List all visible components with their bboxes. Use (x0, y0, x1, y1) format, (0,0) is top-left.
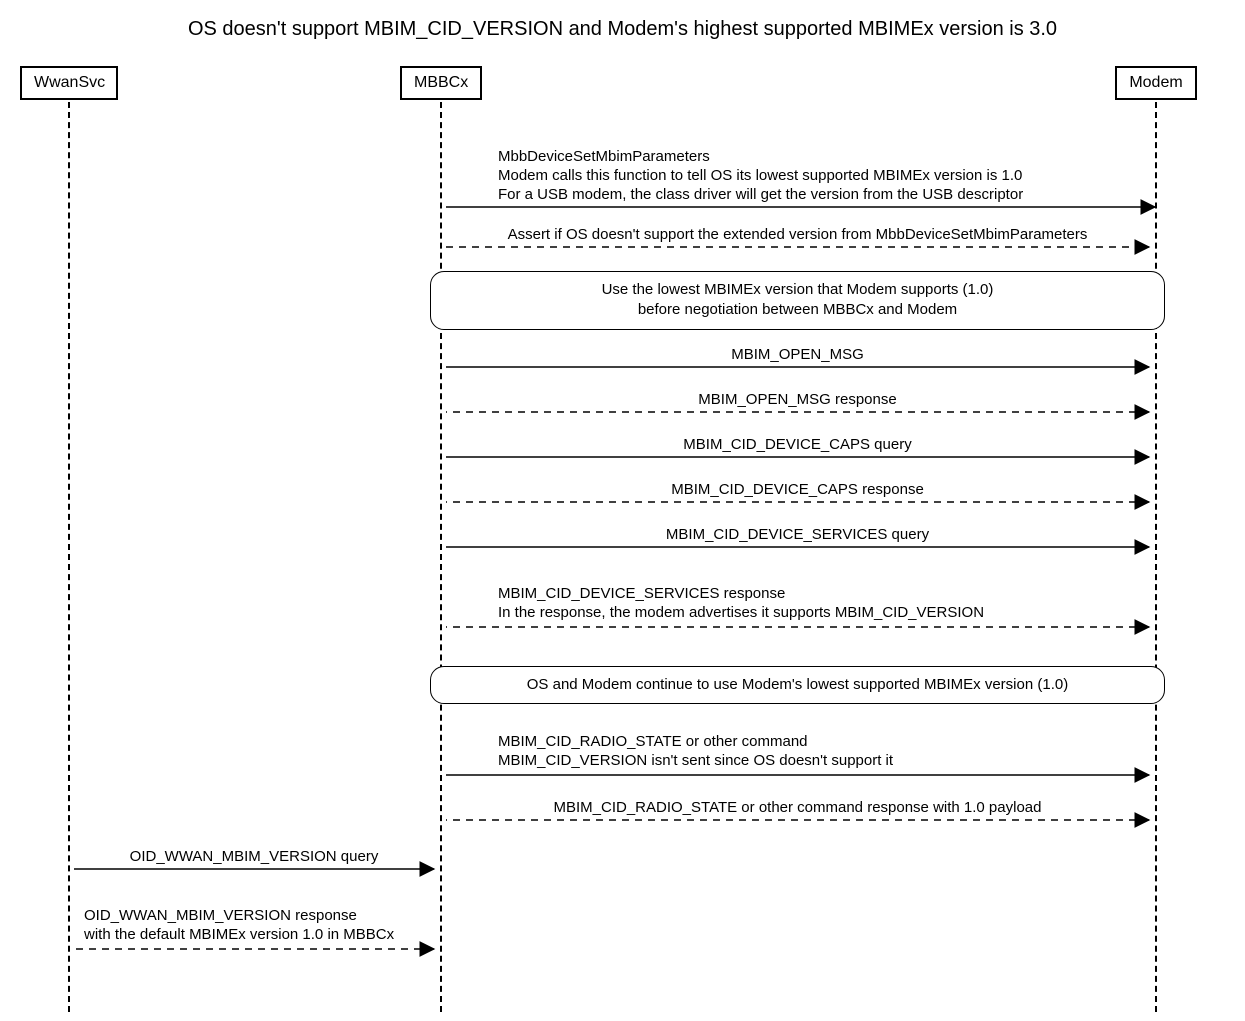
msg-oid-query: OID_WWAN_MBIM_VERSION query (74, 848, 434, 867)
lifeline-mbbcx (440, 102, 442, 1012)
msg-line: Modem calls this function to tell OS its… (498, 167, 1158, 186)
msg-caps-resp: MBIM_CID_DEVICE_CAPS response (446, 481, 1149, 500)
note-line: Use the lowest MBIMEx version that Modem… (602, 281, 994, 298)
msg-line: MBIM_CID_DEVICE_SERVICES response (498, 585, 1158, 604)
actor-mbbcx: MBBCx (400, 66, 482, 100)
msg-services-resp: MBIM_CID_DEVICE_SERVICES response In the… (498, 585, 1158, 623)
msg-caps-query: MBIM_CID_DEVICE_CAPS query (446, 436, 1149, 455)
note-line: OS and Modem continue to use Modem's low… (527, 676, 1068, 693)
note-line: before negotiation between MBBCx and Mod… (638, 301, 957, 318)
msg-line: with the default MBIMEx version 1.0 in M… (84, 926, 444, 945)
msg-open-resp: MBIM_OPEN_MSG response (446, 391, 1149, 410)
note-use-lowest-version: Use the lowest MBIMEx version that Modem… (430, 271, 1165, 330)
msg-assert: Assert if OS doesn't support the extende… (446, 226, 1149, 245)
sequence-diagram: OS doesn't support MBIM_CID_VERSION and … (0, 0, 1245, 1021)
msg-radio-state: MBIM_CID_RADIO_STATE or other command MB… (498, 733, 1158, 771)
msg-line: For a USB modem, the class driver will g… (498, 186, 1158, 205)
msg-oid-resp: OID_WWAN_MBIM_VERSION response with the … (84, 907, 444, 945)
msg-mbb-set-params: MbbDeviceSetMbimParameters Modem calls t… (498, 148, 1158, 204)
lifeline-modem (1155, 102, 1157, 1012)
lifeline-wwansvc (68, 102, 70, 1012)
msg-services-query: MBIM_CID_DEVICE_SERVICES query (446, 526, 1149, 545)
msg-line: MbbDeviceSetMbimParameters (498, 148, 1158, 167)
msg-line: OID_WWAN_MBIM_VERSION response (84, 907, 444, 926)
msg-line: In the response, the modem advertises it… (498, 604, 1158, 623)
actor-wwansvc: WwanSvc (20, 66, 118, 100)
diagram-title: OS doesn't support MBIM_CID_VERSION and … (0, 18, 1245, 41)
msg-radio-state-resp: MBIM_CID_RADIO_STATE or other command re… (446, 799, 1149, 818)
actor-modem: Modem (1115, 66, 1197, 100)
msg-line: MBIM_CID_RADIO_STATE or other command (498, 733, 1158, 752)
msg-line: MBIM_CID_VERSION isn't sent since OS doe… (498, 752, 1158, 771)
msg-open: MBIM_OPEN_MSG (446, 346, 1149, 365)
note-continue-lowest: OS and Modem continue to use Modem's low… (430, 666, 1165, 704)
